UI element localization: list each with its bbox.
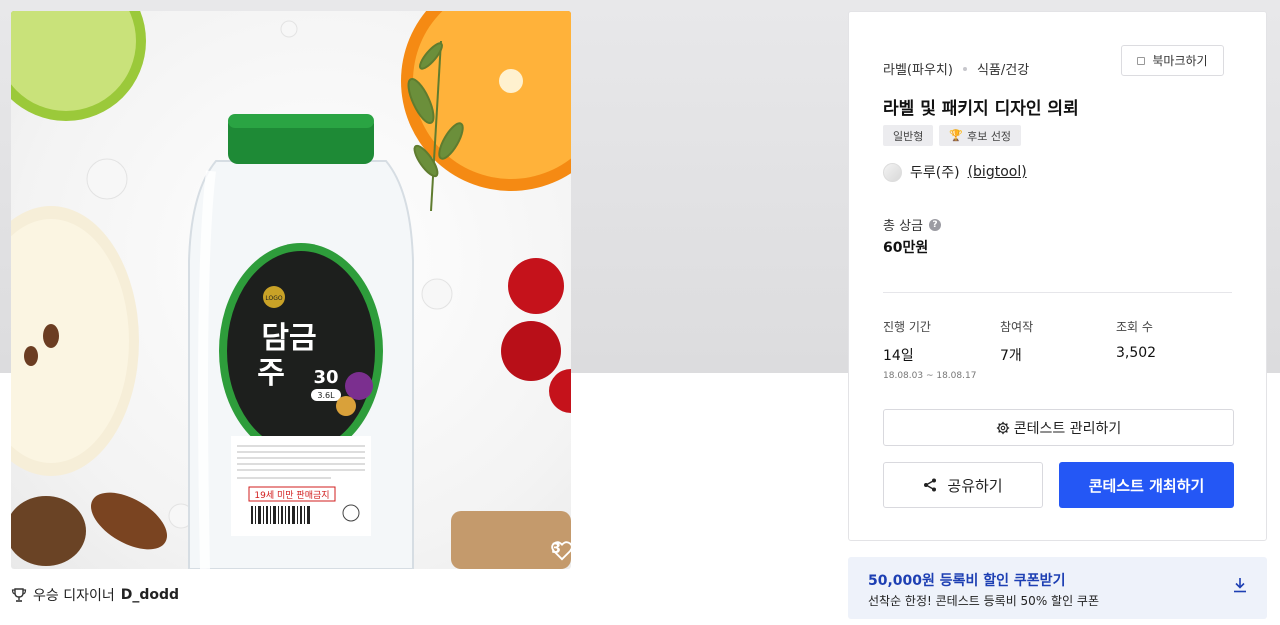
share-label: 공유하기 — [947, 476, 1003, 495]
divider — [883, 292, 1232, 293]
product-illustration: LOGO 담금 주 30 3.6L 19세 미만 판매금지 — [11, 11, 571, 569]
manage-contest-button[interactable]: 콘테스트 관리하기 — [883, 409, 1234, 446]
pine-cone — [11, 496, 86, 566]
host-avatar — [883, 162, 902, 182]
product-image[interactable]: LOGO 담금 주 30 3.6L 19세 미만 판매금지 3 — [11, 11, 571, 569]
heart-icon — [551, 541, 571, 561]
like-badge[interactable]: 3 — [551, 541, 571, 561]
contest-tags: 일반형 🏆 후보 선정 — [883, 125, 1022, 146]
host-name: 두루(주) — [910, 165, 960, 181]
prize-label: 총 상금 ? — [883, 215, 942, 234]
coupon-description: 선착순 한정! 콘테스트 등록비 50% 할인 쿠폰 — [868, 594, 1100, 608]
coupon-title: 50,000원 등록비 할인 쿠폰받기 — [868, 573, 1066, 589]
coupon-banner[interactable]: 50,000원 등록비 할인 쿠폰받기 선착순 한정! 콘테스트 등록비 50%… — [848, 557, 1267, 619]
winner-name[interactable]: D_dodd — [121, 587, 179, 603]
share-icon — [924, 478, 937, 492]
host-id-link[interactable]: (bigtool) — [968, 164, 1027, 180]
breadcrumb-subcategory[interactable]: 식품/건강 — [977, 59, 1029, 78]
bookmark-button[interactable]: 북마크하기 — [1121, 45, 1224, 76]
stat-views-value: 3,502 — [1116, 345, 1157, 361]
stat-entries-value: 7개 — [1000, 348, 1022, 364]
bookmark-label: 북마크하기 — [1152, 54, 1208, 68]
stat-period-value: 14일 — [883, 348, 914, 364]
trophy-icon — [11, 588, 27, 602]
label-brand-line1: 담금 — [261, 321, 316, 356]
share-button[interactable]: 공유하기 — [883, 462, 1043, 508]
stat-period: 진행 기간 14일 18.08.03 ~ 18.08.17 — [883, 318, 976, 381]
stat-entries-label: 참여작 — [1000, 320, 1034, 334]
gear-icon — [996, 421, 1009, 434]
trophy-icon: 🏆 — [949, 129, 964, 142]
tag-candidate: 🏆 후보 선정 — [939, 125, 1022, 146]
stat-period-label: 진행 기간 — [883, 320, 931, 334]
winner-designer: 우승 디자이너 D_dodd — [11, 585, 179, 605]
bookmark-icon — [1137, 56, 1146, 65]
label-brand-line2: 주 — [257, 356, 285, 391]
tag-type: 일반형 — [883, 125, 934, 146]
stat-views: 조회 수 3,502 — [1116, 318, 1156, 361]
host-info: 두루(주) (bigtool) — [883, 162, 1027, 182]
manage-contest-label: 콘테스트 관리하기 — [1013, 420, 1122, 437]
label-number: 30 — [313, 367, 338, 388]
stat-views-label: 조회 수 — [1116, 320, 1153, 334]
prize-value: 60만원 — [883, 240, 929, 256]
contest-title: 라벨 및 패키지 디자인 의뢰 — [883, 99, 1079, 119]
winner-prefix: 우승 디자이너 — [33, 588, 115, 604]
contest-info-card: 라벨(파우치) 식품/건강 북마크하기 라벨 및 패키지 디자인 의뢰 일반형 … — [848, 11, 1267, 541]
stat-period-range: 18.08.03 ~ 18.08.17 — [883, 371, 977, 381]
breadcrumb: 라벨(파우치) 식품/건강 — [883, 59, 1029, 78]
help-icon[interactable]: ? — [929, 218, 942, 231]
cherry — [508, 258, 564, 314]
label-logo: LOGO — [265, 295, 283, 302]
stat-entries: 참여작 7개 — [1000, 318, 1033, 365]
breadcrumb-separator — [962, 66, 967, 71]
label-warning: 19세 미만 판매금지 — [254, 490, 329, 501]
host-contest-button[interactable]: 콘테스트 개최하기 — [1059, 462, 1234, 508]
breadcrumb-category[interactable]: 라벨(파우치) — [883, 59, 953, 78]
label-volume: 3.6L — [317, 391, 335, 400]
download-icon[interactable] — [1233, 577, 1247, 593]
